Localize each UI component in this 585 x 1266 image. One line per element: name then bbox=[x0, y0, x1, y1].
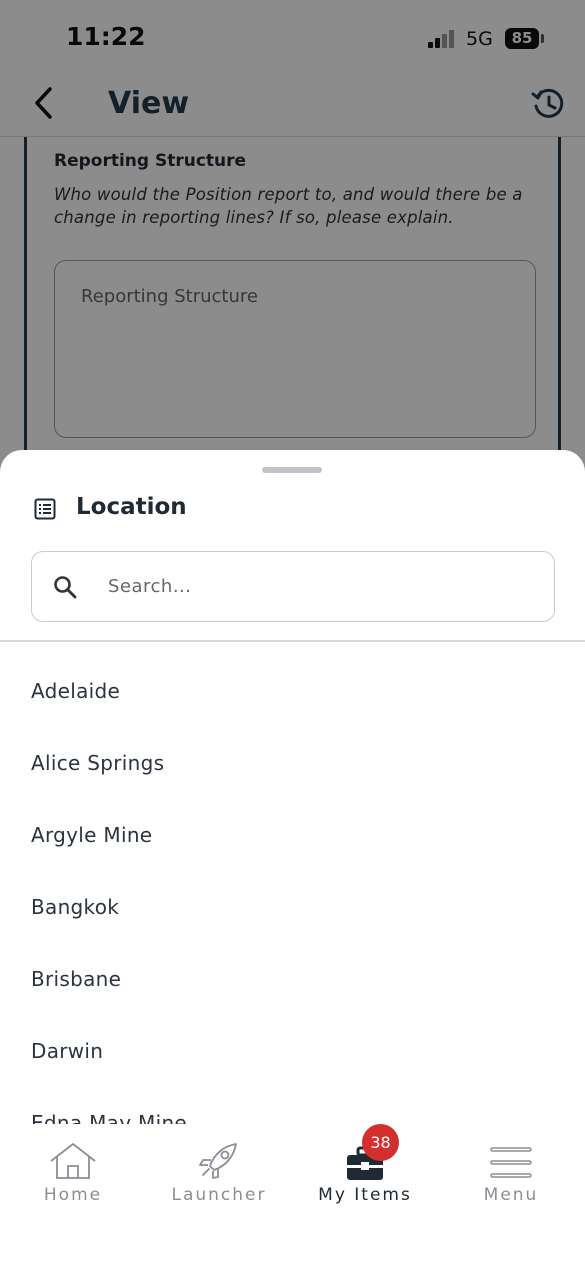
search-icon bbox=[52, 574, 78, 600]
list-item[interactable]: Brisbane bbox=[0, 930, 585, 1002]
rocket-icon bbox=[198, 1142, 240, 1184]
list-icon bbox=[34, 498, 56, 520]
tab-launcher[interactable]: Launcher bbox=[146, 1124, 292, 1224]
search-input[interactable] bbox=[108, 568, 528, 604]
hamburger-icon bbox=[490, 1146, 532, 1184]
tab-bar: Home Launcher My Items Menu 38 bbox=[0, 1124, 585, 1266]
list-item[interactable]: Alice Springs bbox=[0, 714, 585, 786]
tab-label: Home bbox=[43, 1185, 103, 1205]
tab-home[interactable]: Home bbox=[0, 1124, 146, 1224]
tab-label: Menu bbox=[483, 1185, 539, 1205]
list-item[interactable]: Darwin bbox=[0, 1002, 585, 1074]
list-item[interactable]: Bangkok bbox=[0, 858, 585, 930]
location-list: Adelaide Alice Springs Argyle Mine Bangk… bbox=[0, 642, 585, 1146]
tab-menu[interactable]: Menu bbox=[438, 1124, 584, 1224]
sheet-title: Location bbox=[76, 494, 187, 520]
list-item[interactable]: Adelaide bbox=[0, 642, 585, 714]
sheet-grabber[interactable] bbox=[262, 467, 322, 473]
home-icon bbox=[48, 1142, 98, 1184]
tab-label: Launcher bbox=[171, 1185, 267, 1205]
search-box[interactable] bbox=[31, 551, 555, 622]
list-item[interactable]: Argyle Mine bbox=[0, 786, 585, 858]
notification-badge: 38 bbox=[362, 1124, 399, 1161]
tab-label: My Items bbox=[318, 1185, 412, 1205]
